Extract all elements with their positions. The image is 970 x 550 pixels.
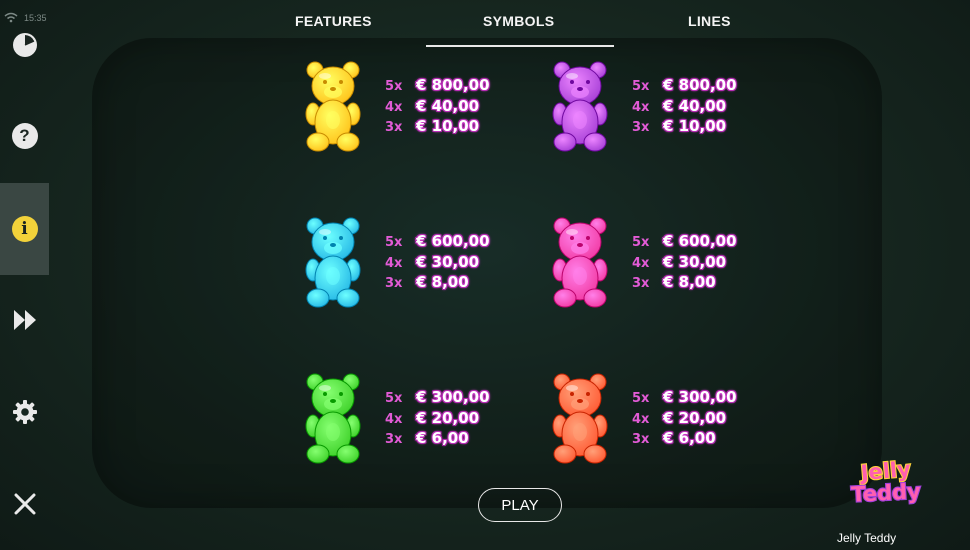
svg-text:Teddy: Teddy <box>851 479 922 507</box>
payout-row: 4x € 20,00 <box>385 408 480 427</box>
history-button[interactable] <box>0 13 49 77</box>
yellow-bear-icon <box>305 61 361 152</box>
symbol-green-bear: 5x € 300,00 4x € 20,00 3x € 6,00 <box>303 372 543 468</box>
symbol-blue-bear: 5x € 600,00 4x € 30,00 3x € 8,00 <box>303 216 543 312</box>
sidebar: ? i <box>0 0 49 550</box>
blue-bear-icon <box>305 217 361 308</box>
settings-button[interactable] <box>0 380 49 444</box>
payout-row: 4x € 30,00 <box>632 252 727 271</box>
payout-row: 5x € 800,00 <box>385 76 490 94</box>
payout-row: 5x € 600,00 <box>385 232 490 250</box>
symbol-orange-bear: 5x € 300,00 4x € 20,00 3x € 6,00 <box>550 372 790 468</box>
play-button[interactable]: PLAY <box>478 488 562 522</box>
symbol-yellow-bear: 5x € 800,00 4x € 40,00 3x € 10,00 <box>303 60 543 156</box>
payout-row: 3x € 10,00 <box>632 117 727 135</box>
payout-row: 4x € 20,00 <box>632 408 727 427</box>
payout-row: 3x € 8,00 <box>632 273 716 291</box>
fast-forward-button[interactable] <box>0 288 49 352</box>
tab-features[interactable]: FEATURES <box>295 13 372 29</box>
game-name: Jelly Teddy <box>837 531 897 545</box>
payout-row: 4x € 40,00 <box>632 96 727 115</box>
payout-list: 5x € 300,00 4x € 20,00 3x € 6,00 <box>632 388 737 450</box>
pink-bear-icon <box>552 217 608 308</box>
help-icon: ? <box>11 123 38 149</box>
gear-icon <box>12 400 37 424</box>
green-bear-icon <box>305 373 361 464</box>
tab-lines[interactable]: LINES <box>688 13 731 29</box>
payout-list: 5x € 800,00 4x € 40,00 3x € 10,00 <box>385 76 490 138</box>
tab-symbols[interactable]: SYMBOLS <box>483 13 554 29</box>
payout-row: 5x € 800,00 <box>632 76 737 94</box>
payout-row: 5x € 600,00 <box>632 232 737 250</box>
help-button[interactable]: ? <box>0 104 49 168</box>
jelly-teddy-logo: Jelly Teddy <box>849 456 922 508</box>
payout-list: 5x € 800,00 4x € 40,00 3x € 10,00 <box>632 76 737 138</box>
close-button[interactable] <box>0 472 49 536</box>
selected-tab-indicator <box>426 45 614 47</box>
payout-row: 3x € 10,00 <box>385 117 480 135</box>
payout-row: 4x € 30,00 <box>385 252 480 271</box>
payout-row: 5x € 300,00 <box>385 388 490 406</box>
symbol-purple-bear: 5x € 800,00 4x € 40,00 3x € 10,00 <box>550 60 790 156</box>
info-button[interactable]: i <box>0 183 49 275</box>
orange-bear-icon <box>552 373 608 464</box>
payout-list: 5x € 600,00 4x € 30,00 3x € 8,00 <box>632 232 737 294</box>
payout-row: 4x € 40,00 <box>385 96 480 115</box>
symbol-pink-bear: 5x € 600,00 4x € 30,00 3x € 8,00 <box>550 216 790 312</box>
payout-list: 5x € 600,00 4x € 30,00 3x € 8,00 <box>385 232 490 294</box>
history-icon <box>12 33 37 57</box>
payout-row: 3x € 6,00 <box>385 429 469 447</box>
close-icon <box>14 493 35 515</box>
purple-bear-icon <box>552 61 608 152</box>
info-icon: i <box>11 216 38 242</box>
fast-forward-icon <box>13 310 36 330</box>
payout-row: 3x € 8,00 <box>385 273 469 291</box>
payout-row: 3x € 6,00 <box>632 429 716 447</box>
payout-row: 5x € 300,00 <box>632 388 737 406</box>
payout-list: 5x € 300,00 4x € 20,00 3x € 6,00 <box>385 388 490 450</box>
